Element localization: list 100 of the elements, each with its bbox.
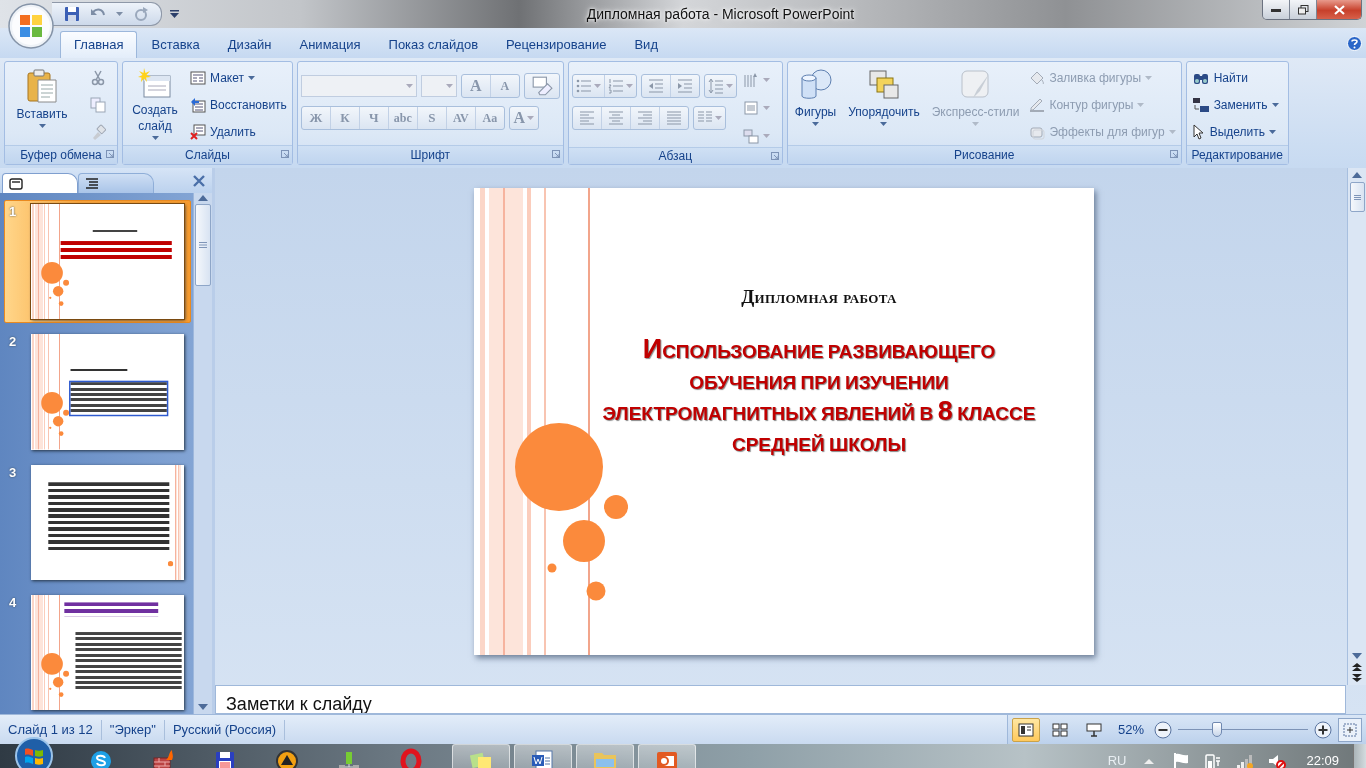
- normal-view-button[interactable]: [1011, 717, 1040, 742]
- ribbon-tab[interactable]: Анимация: [285, 31, 375, 58]
- caret-icon: [247, 75, 255, 80]
- opera-icon: [398, 747, 424, 768]
- caret-icon: [405, 84, 413, 88]
- scrollbar-thumb[interactable]: [195, 204, 211, 286]
- folder-icon: [593, 752, 617, 768]
- scroll-up-icon[interactable]: [1352, 171, 1362, 179]
- slide-number: 4: [8, 594, 18, 610]
- scroll-down-icon[interactable]: [198, 704, 208, 711]
- previous-slide-icon[interactable]: [1352, 663, 1362, 672]
- group-label: Буфер обмена: [20, 148, 102, 162]
- ribbon-tab[interactable]: Показ слайдов: [374, 31, 493, 58]
- line-spacing-icon: [707, 78, 724, 94]
- caret-icon: [38, 124, 46, 128]
- dialog-launcher-icon[interactable]: [770, 152, 779, 160]
- find-button[interactable]: Найти: [1189, 66, 1281, 89]
- new-slide-icon: [138, 68, 172, 100]
- taskbar-app[interactable]: [514, 744, 572, 768]
- caret-icon: [1269, 130, 1276, 135]
- slide-canvas[interactable]: Дипломная работа Использование развивающего обучения при изучении электромагнитных явлений в 8 классе средней школы: [474, 188, 1094, 655]
- caret-icon: [762, 134, 770, 138]
- redo-icon: [133, 6, 149, 22]
- ribbon-tab[interactable]: Дизайн: [213, 31, 286, 58]
- ribbon-tab[interactable]: Вид: [620, 31, 672, 58]
- scroll-up-icon[interactable]: [198, 195, 208, 201]
- slide-list-item[interactable]: 3: [4, 460, 191, 584]
- delete-button[interactable]: Удалить: [188, 121, 289, 144]
- caret-icon: [812, 122, 820, 126]
- slide-sorter-icon: [1051, 722, 1068, 737]
- line-spacing-button[interactable]: [703, 74, 737, 98]
- scrollbar-thumb[interactable]: [1349, 182, 1365, 212]
- caret-icon: [880, 122, 888, 126]
- ribbon-tab[interactable]: Рецензирование: [492, 31, 621, 58]
- numbering-icon: [607, 78, 624, 94]
- player-icon: [274, 747, 300, 768]
- justify-icon: [665, 110, 682, 126]
- numbering-button[interactable]: [603, 75, 636, 97]
- reset-button[interactable]: Восстановить: [188, 94, 289, 116]
- font-name-field[interactable]: [300, 75, 417, 97]
- zoom-level[interactable]: 52%: [1117, 722, 1144, 738]
- restore-button[interactable]: [1289, 0, 1316, 19]
- show-desktop-button[interactable]: [1353, 744, 1366, 768]
- scroll-down-icon[interactable]: [1352, 652, 1362, 661]
- zoom-slider[interactable]: [1178, 723, 1308, 736]
- zoom-in-icon[interactable]: [1314, 720, 1332, 739]
- paint-bucket-icon: [1029, 69, 1046, 86]
- increase-indent-icon: [676, 78, 693, 94]
- caret-icon: [762, 106, 770, 110]
- columns-button[interactable]: [692, 106, 726, 130]
- slide-list-item[interactable]: 4: [4, 590, 191, 715]
- next-slide-icon[interactable]: [1352, 674, 1362, 683]
- ribbon-tab[interactable]: Главная: [60, 31, 138, 58]
- shapes-button[interactable]: Фигуры: [790, 65, 841, 145]
- bullets-icon: [575, 78, 592, 94]
- caret-icon: [593, 84, 601, 88]
- flag-icon[interactable]: [1172, 751, 1191, 768]
- slide-number: 3: [8, 464, 18, 480]
- new-slide-button[interactable]: Создать слайд: [126, 65, 184, 145]
- dialog-launcher-icon[interactable]: [106, 150, 114, 158]
- layout-button[interactable]: Макет: [188, 66, 289, 89]
- group-label: Редактирование: [1191, 148, 1283, 162]
- dialog-launcher-icon[interactable]: [551, 150, 560, 158]
- close-button[interactable]: [1316, 0, 1361, 19]
- circles-drawing: [41, 392, 70, 437]
- text-direction-icon: [742, 72, 759, 88]
- clock[interactable]: 22:09: [1306, 753, 1339, 768]
- caret-icon: [1168, 130, 1176, 135]
- office-button[interactable]: [7, 2, 55, 50]
- dialog-launcher-icon[interactable]: [1169, 150, 1178, 158]
- clear-format-button[interactable]: [523, 73, 560, 99]
- save-icon: [64, 6, 80, 22]
- copy-button[interactable]: [88, 94, 108, 116]
- arrange-button[interactable]: Упорядочить: [844, 65, 924, 145]
- battery-plug-icon[interactable]: [1204, 751, 1223, 768]
- outline-icon: [85, 177, 99, 190]
- slide-show-icon: [1085, 722, 1102, 737]
- font-size-field[interactable]: [420, 75, 457, 97]
- zoom-out-icon[interactable]: [1154, 720, 1172, 739]
- caret-icon: [1271, 103, 1279, 107]
- minimize-button[interactable]: [1263, 0, 1289, 19]
- slides-tab[interactable]: [2, 173, 78, 193]
- help-icon[interactable]: [1347, 35, 1362, 51]
- notes-field[interactable]: Заметки к слайду: [215, 685, 1346, 715]
- select-button[interactable]: Выделить: [1189, 121, 1281, 144]
- scissors-icon: [90, 69, 106, 86]
- slide-list-item[interactable]: 2: [4, 330, 191, 454]
- fit-window-button[interactable]: [1338, 717, 1362, 742]
- replace-button[interactable]: Заменить: [1189, 94, 1281, 116]
- brush-icon: [90, 124, 106, 141]
- outline-tab[interactable]: [78, 173, 154, 193]
- paste-button[interactable]: Вставить: [8, 65, 76, 145]
- circles-drawing: [41, 262, 70, 306]
- close-icon[interactable]: [193, 174, 205, 187]
- decrease-indent-icon: [647, 78, 664, 94]
- caret-icon: [725, 84, 733, 88]
- start-button[interactable]: [14, 736, 54, 768]
- ribbon-tab[interactable]: Вставка: [137, 31, 214, 58]
- dialog-launcher-icon[interactable]: [280, 150, 289, 158]
- zoom-slider-thumb[interactable]: [1212, 721, 1222, 737]
